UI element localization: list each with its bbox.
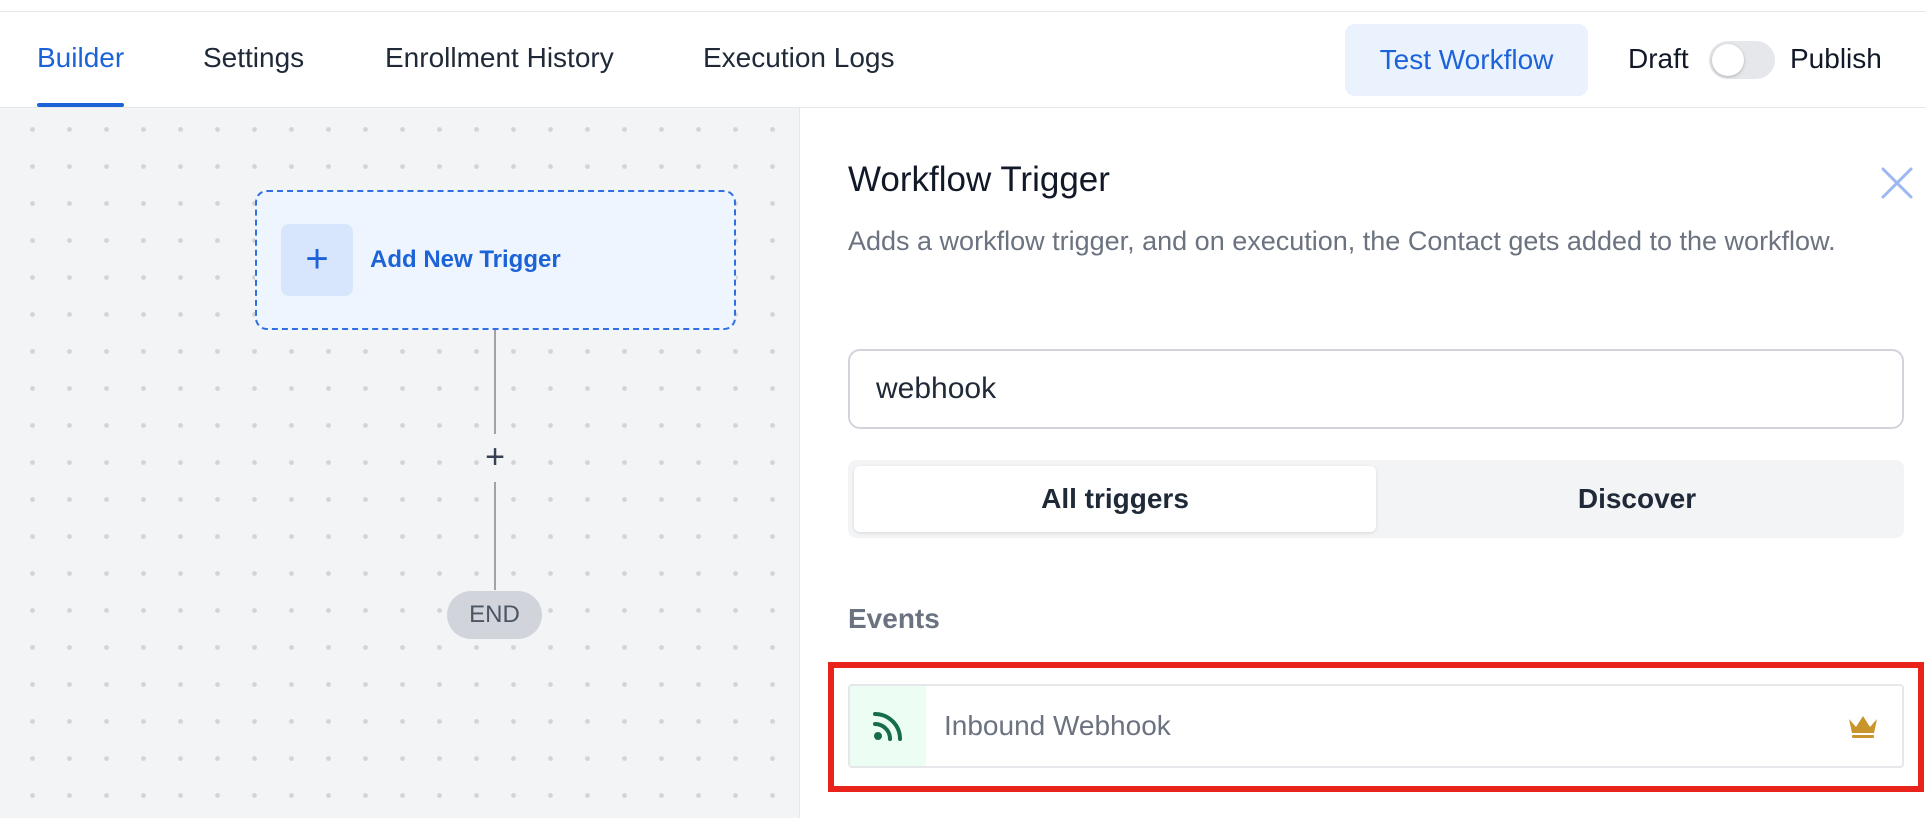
- add-new-trigger-card[interactable]: + Add New Trigger: [255, 190, 736, 330]
- plus-icon: +: [281, 224, 353, 296]
- tab-settings[interactable]: Settings: [203, 12, 304, 108]
- events-heading: Events: [848, 603, 940, 634]
- test-workflow-button[interactable]: Test Workflow: [1345, 24, 1588, 96]
- event-item-inbound-webhook[interactable]: Inbound Webhook: [848, 684, 1904, 768]
- publish-label: Publish: [1790, 43, 1882, 74]
- segment-all-triggers[interactable]: All triggers: [854, 466, 1376, 532]
- tab-builder[interactable]: Builder: [37, 12, 125, 108]
- top-nav: Builder Settings Enrollment History Exec…: [0, 12, 1926, 108]
- toggle-knob: [1712, 44, 1744, 76]
- tab-enrollment-history[interactable]: Enrollment History: [385, 12, 614, 108]
- event-label: Inbound Webhook: [944, 710, 1171, 741]
- panel-description: Adds a workflow trigger, and on executio…: [848, 226, 1836, 256]
- connector-line: [494, 482, 496, 590]
- top-border: [0, 0, 1926, 12]
- add-new-trigger-label: Add New Trigger: [370, 246, 561, 273]
- add-step-button[interactable]: +: [476, 438, 514, 476]
- crown-icon: [1846, 713, 1880, 739]
- draft-label: Draft: [1628, 43, 1689, 74]
- rss-webhook-icon: [850, 686, 926, 766]
- trigger-search-input[interactable]: [848, 349, 1904, 429]
- connector-line: [494, 330, 496, 434]
- end-node: END: [447, 591, 542, 639]
- publish-toggle[interactable]: [1709, 41, 1775, 79]
- segment-discover[interactable]: Discover: [1376, 466, 1898, 532]
- panel-title: Workflow Trigger: [848, 160, 1110, 199]
- tab-execution-logs[interactable]: Execution Logs: [703, 12, 894, 108]
- trigger-segment-control: All triggers Discover: [848, 460, 1904, 538]
- close-icon[interactable]: [1880, 166, 1914, 200]
